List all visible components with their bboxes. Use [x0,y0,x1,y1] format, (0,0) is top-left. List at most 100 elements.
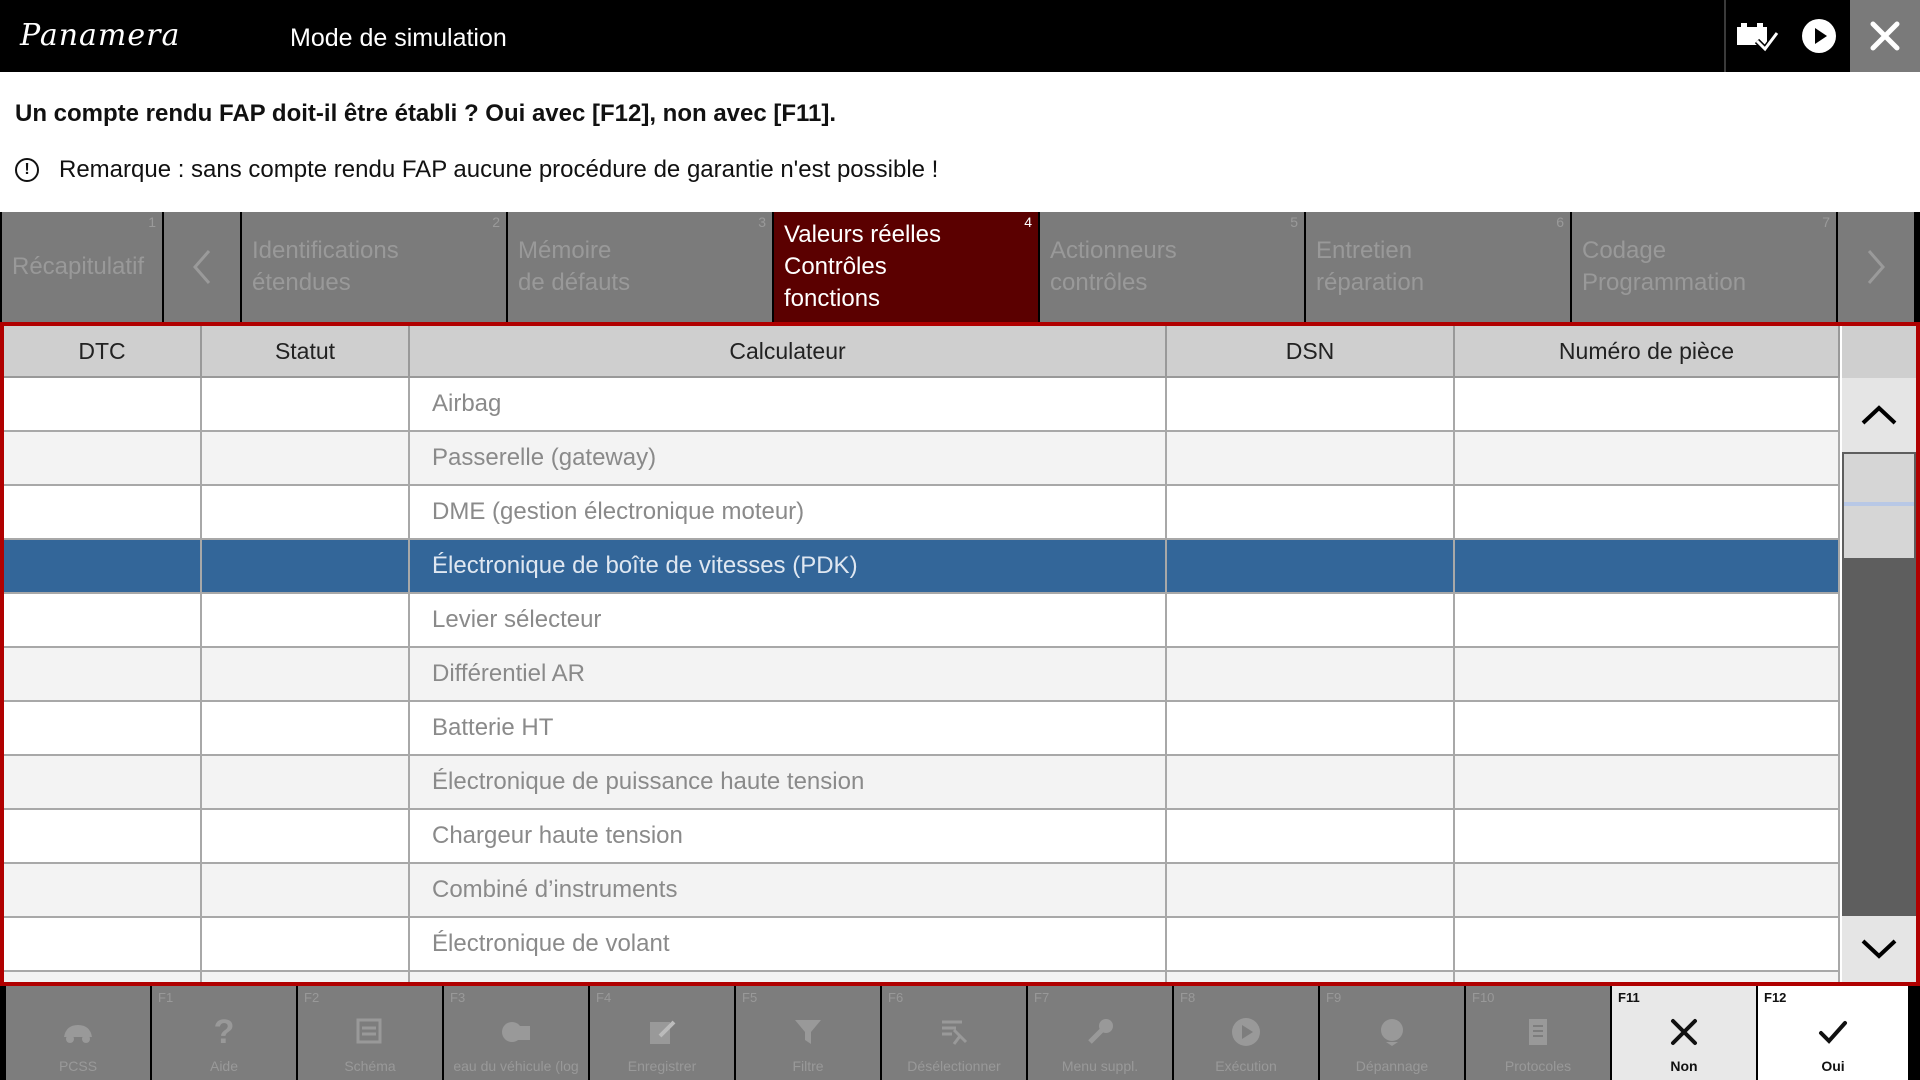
help-button[interactable]: F1 ? Aide [152,986,296,1080]
table-row[interactable]: Différentiel AR [4,648,1840,702]
vehicle-log-icon [498,1014,534,1050]
play-button[interactable] [1788,0,1850,72]
fkey-label: Non [1670,1058,1698,1074]
statut-cell [202,702,410,754]
table-row[interactable]: Passerelle (gateway) [4,432,1840,486]
fkey-label: Oui [1821,1058,1845,1074]
calculateur-cell: Électronique de volant [410,918,1167,970]
play-icon [1802,19,1836,53]
scrollbar-thumb[interactable] [1844,454,1914,558]
fkey-label: Enregistrer [627,1058,697,1074]
fkey-number: F3 [450,990,466,1005]
statut-cell [202,540,410,592]
top-actions [1724,0,1920,72]
fkey-label: Menu suppl. [1061,1058,1139,1074]
table-row[interactable]: Chargeur haute tension [4,810,1840,864]
column-header-numero-piece[interactable]: Numéro de pièce [1455,326,1840,376]
dtc-cell [4,594,202,646]
tab-memoire-defauts[interactable]: 3 Mémoire de défauts [506,212,772,322]
pcss-button[interactable]: PCSS [6,986,150,1080]
deselect-button[interactable]: F6 Désélectionner [882,986,1026,1080]
tab-number: 7 [1822,214,1830,230]
dtc-cell [4,864,202,916]
dsn-cell [1167,378,1455,430]
column-header-calculateur[interactable]: Calculateur [410,326,1167,376]
close-button[interactable] [1850,0,1920,72]
battery-check-icon [1737,23,1779,53]
column-header-dtc[interactable]: DTC [4,326,202,376]
execute-button[interactable]: F8 Exécution [1174,986,1318,1080]
part-number-cell [1455,648,1840,700]
protocols-button[interactable]: F10 Protocoles [1466,986,1610,1080]
dsn-cell [1167,540,1455,592]
dsn-cell [1167,918,1455,970]
table-header: DTC Statut Calculateur DSN Numéro de piè… [4,326,1840,378]
car-icon [60,1014,96,1050]
part-number-cell [1455,702,1840,754]
yes-button[interactable]: F12 Oui [1758,986,1908,1080]
dtc-cell [4,918,202,970]
battery-check-button[interactable] [1726,0,1788,72]
scroll-down-button[interactable] [1842,916,1916,982]
table-row[interactable]: Électronique de volant [4,918,1840,972]
deselect-icon [936,1014,972,1050]
table-row[interactable]: Levier sélecteur [4,594,1840,648]
dsn-cell [1167,594,1455,646]
statut-cell [202,918,410,970]
scroll-up-button[interactable] [1842,378,1916,452]
tab-label: Mémoire de défauts [518,237,631,296]
tab-number: 3 [758,214,766,230]
no-button[interactable]: F11 Non [1612,986,1756,1080]
info-icon: ! [15,158,39,182]
panamera-logo: Panamera [20,18,181,53]
save-button[interactable]: F4 Enregistrer [590,986,734,1080]
table-row[interactable]: Airbag [4,378,1840,432]
vehicle-log-button[interactable]: F3 eau du véhicule (log [444,986,588,1080]
column-header-statut[interactable]: Statut [202,326,410,376]
fkey-number: F6 [888,990,904,1005]
statut-cell [202,594,410,646]
scrollbar-header-cap [1842,326,1916,378]
troubleshooting-button[interactable]: F9 Dépannage [1320,986,1464,1080]
tab-number: 5 [1290,214,1298,230]
document-icon [1520,1014,1556,1050]
calculateur-cell: Électronique de puissance haute tension [410,756,1167,808]
table-row[interactable]: DME (gestion électronique moteur) [4,486,1840,540]
scrollbar[interactable] [1842,326,1916,982]
column-header-dsn[interactable]: DSN [1167,326,1455,376]
statut-cell [202,756,410,808]
tab-prev-button[interactable] [162,212,240,322]
statut-cell [202,648,410,700]
fkey-number: F11 [1618,990,1640,1005]
tab-codage[interactable]: 7 Codage Programmation [1570,212,1836,322]
chevron-up-icon [1861,405,1897,425]
tab-valeurs-reelles[interactable]: 4 Valeurs réelles Contrôles fonctions [772,212,1038,322]
statut-cell [202,486,410,538]
part-number-cell [1455,432,1840,484]
tab-recapitulatif[interactable]: 1 Récapitulatif [0,212,162,322]
dsn-cell [1167,864,1455,916]
tab-entretien[interactable]: 6 Entretien réparation [1304,212,1570,322]
table-row[interactable]: Combiné d’instruments [4,864,1840,918]
dtc-cell [4,972,202,982]
tab-next-button[interactable] [1836,212,1914,322]
dsn-cell [1167,810,1455,862]
dsn-cell [1167,702,1455,754]
tab-label: Actionneurs contrôles [1050,237,1177,296]
part-number-cell [1455,594,1840,646]
filter-button[interactable]: F5 Filtre [736,986,880,1080]
more-menu-button[interactable]: F7 Menu suppl. [1028,986,1172,1080]
calculateur-cell: Chargeur haute tension [410,810,1167,862]
dsn-cell [1167,756,1455,808]
table-row[interactable]: Électronique de puissance haute tension [4,756,1840,810]
table-row-selected[interactable]: Électronique de boîte de vitesses (PDK) [4,540,1840,594]
table-row[interactable] [4,972,1840,982]
schema-icon [352,1014,388,1050]
tab-actionneurs[interactable]: 5 Actionneurs contrôles [1038,212,1304,322]
table-row[interactable]: Batterie HT [4,702,1840,756]
schema-button[interactable]: F2 Schéma [298,986,442,1080]
tab-identifications[interactable]: 2 Identifications étendues [240,212,506,322]
part-number-cell [1455,756,1840,808]
statut-cell [202,810,410,862]
dtc-cell [4,756,202,808]
